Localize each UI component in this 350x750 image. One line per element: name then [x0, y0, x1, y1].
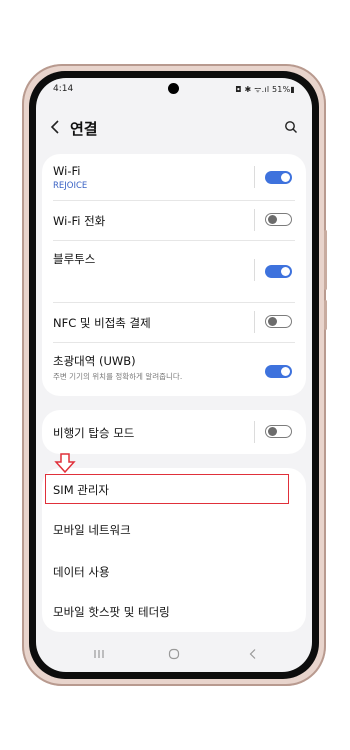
volume-button [324, 230, 327, 290]
back-nav-icon[interactable] [246, 647, 260, 661]
home-icon[interactable] [167, 647, 181, 661]
data-usage-row[interactable]: 데이터 사용 [42, 552, 306, 592]
wifi-network-name: REJOICE [53, 181, 88, 191]
airplane-mode-label: 비행기 탑승 모드 [53, 426, 135, 440]
data-usage-label: 데이터 사용 [53, 565, 110, 579]
bluetooth-label: 블루투스 [53, 252, 96, 266]
chevron-left-icon[interactable] [50, 120, 60, 134]
front-camera [168, 83, 179, 94]
uwb-label: 초광대역 (UWB) [53, 354, 136, 368]
hotspot-label: 모바일 핫스팟 및 테더링 [53, 605, 170, 619]
wifi-toggle[interactable] [265, 171, 292, 184]
status-icons: ◘ ✱ ᯤ.ıl 51%▮ [235, 85, 295, 94]
divider [254, 209, 255, 231]
uwb-description: 주변 기기의 위치를 정확하게 알려줍니다. [53, 372, 183, 381]
airplane-card: 비행기 탑승 모드 [42, 410, 306, 454]
connections-card: Wi-Fi REJOICE Wi-Fi 전화 블루투스 NFC 및 비접촉 결제… [42, 154, 306, 396]
search-icon[interactable] [284, 120, 298, 134]
wifi-calling-toggle[interactable] [265, 213, 292, 226]
status-bar: 4:14 ◘ ✱ ᯤ.ıl 51%▮ [36, 78, 312, 100]
arrow-down-icon [54, 453, 76, 474]
bluetooth-row[interactable]: 블루투스 [42, 241, 306, 291]
wifi-row[interactable]: Wi-Fi REJOICE [42, 154, 306, 200]
phone-screen: 4:14 ◘ ✱ ᯤ.ıl 51%▮ 연결 Wi-Fi REJOICE Wi-F… [36, 78, 312, 672]
navigation-bar [36, 638, 312, 672]
divider [254, 311, 255, 333]
divider [254, 259, 255, 281]
airplane-mode-toggle[interactable] [265, 425, 292, 438]
divider [254, 166, 255, 188]
divider [254, 421, 255, 443]
hotspot-row[interactable]: 모바일 핫스팟 및 테더링 [42, 592, 306, 632]
uwb-row[interactable]: 초광대역 (UWB) 주변 기기의 위치를 정확하게 알려줍니다. [42, 343, 306, 395]
wifi-calling-label: Wi-Fi 전화 [53, 214, 106, 228]
wifi-label: Wi-Fi [53, 164, 81, 178]
airplane-mode-row[interactable]: 비행기 탑승 모드 [42, 410, 306, 454]
nfc-row[interactable]: NFC 및 비접촉 결제 [42, 303, 306, 341]
nfc-label: NFC 및 비접촉 결제 [53, 316, 151, 330]
power-button [324, 300, 327, 330]
wifi-calling-row[interactable]: Wi-Fi 전화 [42, 201, 306, 239]
bluetooth-toggle[interactable] [265, 265, 292, 278]
page-title: 연결 [70, 120, 98, 138]
app-header: 연결 [36, 106, 312, 150]
status-time: 4:14 [53, 84, 74, 94]
sim-manager-highlight [45, 474, 289, 504]
uwb-toggle[interactable] [265, 365, 292, 378]
recent-apps-icon[interactable] [92, 647, 106, 661]
nfc-toggle[interactable] [265, 315, 292, 328]
mobile-network-row[interactable]: 모바일 네트워크 [42, 510, 306, 550]
mobile-network-label: 모바일 네트워크 [53, 523, 131, 537]
